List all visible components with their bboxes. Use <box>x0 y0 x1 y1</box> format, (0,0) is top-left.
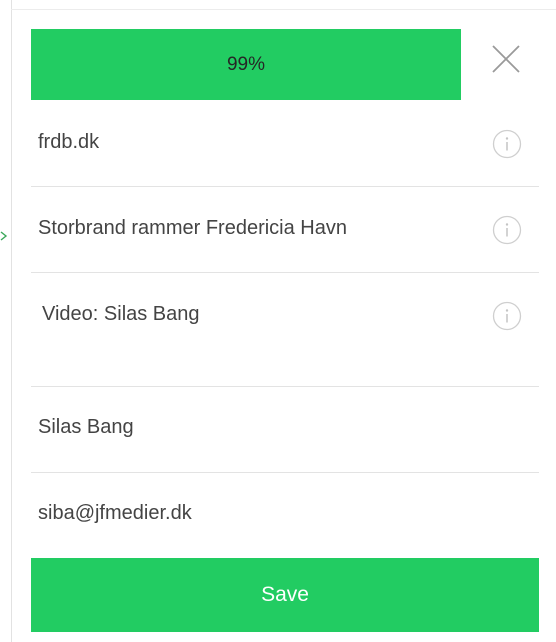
panel-border-top <box>11 9 556 10</box>
author-name-field[interactable]: Silas Bang <box>31 387 539 472</box>
author-email-field[interactable]: siba@jfmedier.dk <box>31 473 539 558</box>
info-icon[interactable] <box>492 215 522 245</box>
caret-right-icon <box>0 231 8 241</box>
source-field-value: frdb.dk <box>38 131 100 153</box>
close-icon <box>492 45 520 73</box>
info-icon[interactable] <box>492 129 522 159</box>
save-button[interactable]: Save <box>31 558 539 632</box>
author-name-value: Silas Bang <box>38 416 134 438</box>
credit-field[interactable]: Video: Silas Bang <box>31 273 539 386</box>
source-field[interactable]: frdb.dk <box>31 100 539 186</box>
close-button[interactable] <box>485 38 527 80</box>
upload-panel: 99% frdb.dk Storbrand rammer Fredericia … <box>0 0 556 642</box>
author-email-value: siba@jfmedier.dk <box>38 502 192 524</box>
upload-progress-label: 99% <box>226 53 266 75</box>
panel-border-left <box>11 0 12 642</box>
upload-progress-bar: 99% <box>31 29 461 100</box>
info-icon[interactable] <box>492 301 522 331</box>
credit-field-value: Video: Silas Bang <box>42 303 200 325</box>
headline-field-value: Storbrand rammer Fredericia Havn <box>38 217 347 239</box>
headline-field[interactable]: Storbrand rammer Fredericia Havn <box>31 187 539 272</box>
